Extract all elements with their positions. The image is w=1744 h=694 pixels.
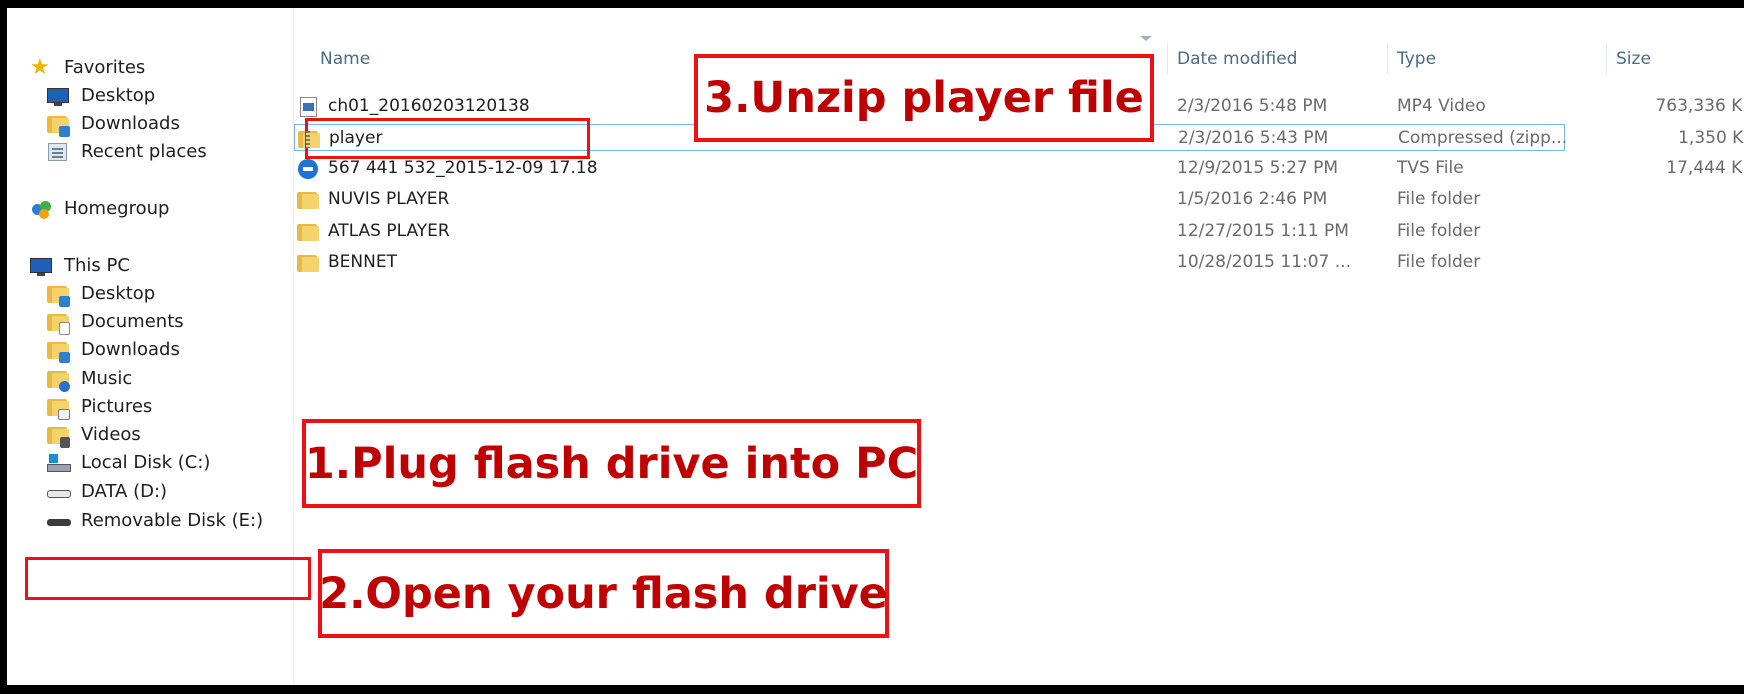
music-folder-icon <box>47 368 70 392</box>
file-date: 10/28/2015 11:07 ... <box>1177 252 1351 272</box>
file-type: Compressed (zipp... <box>1398 128 1568 148</box>
nav-local-disk-c[interactable]: Local Disk (C:) <box>47 449 210 477</box>
file-date: 2/3/2016 5:48 PM <box>1177 96 1328 116</box>
file-type: TVS File <box>1397 158 1464 178</box>
player-highlight-box <box>305 118 590 159</box>
removable-drive-icon <box>47 510 71 532</box>
file-row[interactable]: BENNET 10/28/2015 11:07 ... File folder <box>294 249 1564 276</box>
annotation-step1: 1.Plug flash drive into PC <box>302 419 921 508</box>
nav-recent-places[interactable]: Recent places <box>47 138 207 166</box>
star-icon: ★ <box>30 55 50 80</box>
recent-places-icon <box>47 141 69 163</box>
video-file-icon <box>297 96 319 118</box>
nav-data-disk-label: DATA (D:) <box>81 481 168 502</box>
nav-documents-label: Documents <box>81 311 184 332</box>
documents-folder-icon <box>47 311 70 335</box>
file-row[interactable]: 567 441 532_2015-12-09 17.18 12/9/2015 5… <box>294 155 1744 182</box>
nav-favorites-label: Favorites <box>64 57 146 78</box>
nav-pc-desktop[interactable]: Desktop <box>47 280 155 308</box>
nav-homegroup[interactable]: Homegroup <box>30 195 169 223</box>
nav-pc-downloads[interactable]: Downloads <box>47 336 180 364</box>
file-size: 1,350 KB <box>1678 128 1744 148</box>
nav-documents[interactable]: Documents <box>47 308 184 336</box>
nav-this-pc[interactable]: This PC <box>30 252 130 280</box>
file-type: File folder <box>1397 252 1481 272</box>
folder-icon <box>297 221 319 243</box>
annotation-step3: 3.Unzip player file <box>694 54 1154 142</box>
computer-icon <box>30 255 52 277</box>
file-date: 12/9/2015 5:27 PM <box>1177 158 1339 178</box>
nav-removable-disk-e[interactable]: Removable Disk (E:) <box>47 507 263 535</box>
nav-this-pc-label: This PC <box>64 255 130 276</box>
sort-arrow-icon <box>1140 36 1152 41</box>
videos-folder-icon <box>47 424 70 448</box>
column-header-type[interactable]: Type <box>1397 48 1436 70</box>
local-disk-icon <box>47 452 71 474</box>
removable-disk-highlight-box <box>25 557 311 600</box>
folder-icon <box>297 252 319 274</box>
nav-homegroup-label: Homegroup <box>64 198 170 219</box>
nav-pc-desktop-label: Desktop <box>81 283 156 304</box>
desktop-folder-icon <box>47 283 70 307</box>
file-name: ATLAS PLAYER <box>328 221 450 241</box>
nav-local-disk-label: Local Disk (C:) <box>81 452 211 473</box>
nav-videos-label: Videos <box>81 424 141 445</box>
downloads-folder-icon <box>47 113 70 137</box>
nav-removable-disk-label: Removable Disk (E:) <box>81 510 264 531</box>
nav-music[interactable]: Music <box>47 365 132 393</box>
desktop-icon <box>47 85 69 107</box>
annotation-step2: 2.Open your flash drive <box>318 549 889 638</box>
file-type: MP4 Video <box>1397 96 1486 116</box>
nav-videos[interactable]: Videos <box>47 421 141 449</box>
file-row[interactable]: NUVIS PLAYER 1/5/2016 2:46 PM File folde… <box>294 186 1564 213</box>
column-header-size[interactable]: Size <box>1616 48 1651 70</box>
drive-icon <box>47 481 71 503</box>
file-size: 763,336 KB <box>1655 96 1744 116</box>
file-date: 1/5/2016 2:46 PM <box>1177 189 1328 209</box>
column-header-name[interactable]: Name <box>320 48 370 70</box>
homegroup-icon <box>30 198 52 220</box>
nav-fav-desktop-label: Desktop <box>81 85 156 106</box>
file-name: NUVIS PLAYER <box>328 189 450 209</box>
file-name: BENNET <box>328 252 397 272</box>
downloads-folder-icon <box>47 339 70 363</box>
nav-fav-downloads-label: Downloads <box>81 113 180 134</box>
pictures-folder-icon <box>47 396 70 420</box>
file-name: 567 441 532_2015-12-09 17.18 <box>328 158 598 178</box>
file-size: 17,444 KB <box>1666 158 1744 178</box>
file-type: File folder <box>1397 221 1481 241</box>
folder-icon <box>297 189 319 211</box>
nav-favorites[interactable]: ★ Favorites <box>30 54 145 82</box>
nav-fav-desktop[interactable]: Desktop <box>47 82 155 110</box>
column-divider[interactable] <box>1606 44 1607 74</box>
teamviewer-file-icon <box>297 158 319 180</box>
file-date: 2/3/2016 5:43 PM <box>1178 128 1329 148</box>
column-divider[interactable] <box>1387 44 1388 74</box>
column-divider[interactable] <box>1167 44 1168 74</box>
nav-data-disk-d[interactable]: DATA (D:) <box>47 478 167 506</box>
nav-pc-downloads-label: Downloads <box>81 339 180 360</box>
nav-pictures-label: Pictures <box>81 396 153 417</box>
nav-pictures[interactable]: Pictures <box>47 393 152 421</box>
nav-music-label: Music <box>81 368 133 389</box>
file-row[interactable]: ATLAS PLAYER 12/27/2015 1:11 PM File fol… <box>294 218 1564 245</box>
column-header-date-modified[interactable]: Date modified <box>1177 48 1297 70</box>
file-name: ch01_20160203120138 <box>328 96 530 116</box>
file-type: File folder <box>1397 189 1481 209</box>
nav-recent-places-label: Recent places <box>81 141 207 162</box>
file-date: 12/27/2015 1:11 PM <box>1177 221 1349 241</box>
nav-fav-downloads[interactable]: Downloads <box>47 110 180 138</box>
